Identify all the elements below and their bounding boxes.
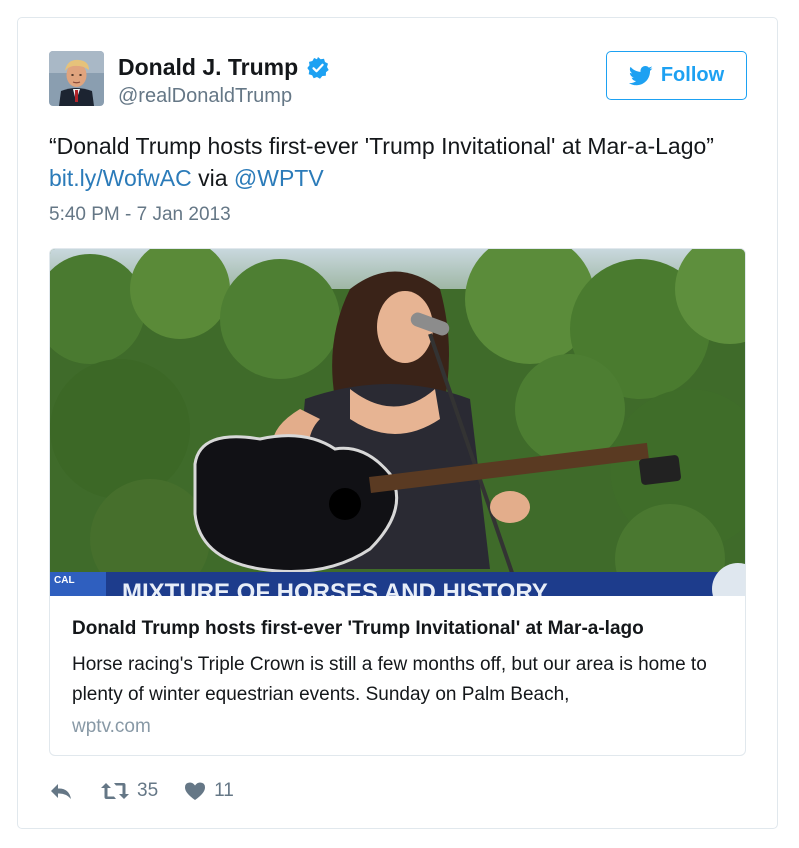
tweet-text-via: via [191, 165, 234, 191]
card-title[interactable]: Donald Trump hosts first-ever 'Trump Inv… [72, 616, 732, 642]
reply-button[interactable] [49, 781, 73, 801]
timestamp[interactable]: 5:40 PM - 7 Jan 2013 [49, 204, 231, 226]
verified-badge-icon [306, 56, 330, 80]
reply-icon [51, 784, 71, 799]
link-card[interactable]: CAL MIXTURE OF HORSES AND HISTORY Donald… [49, 248, 746, 756]
tweet-actions: 35 11 [49, 776, 234, 806]
lower-third-text: MIXTURE OF HORSES AND HISTORY [122, 579, 548, 596]
display-name[interactable]: Donald J. Trump [118, 54, 330, 81]
tweet-link[interactable]: bit.ly/WofwAC [49, 165, 192, 191]
retweet-count: 35 [137, 780, 159, 801]
twitter-bird-icon [628, 65, 653, 85]
card-domain[interactable]: wptv.com [72, 716, 732, 738]
avatar[interactable] [49, 51, 104, 106]
tweet-text-quote: “Donald Trump hosts first-ever 'Trump In… [49, 133, 714, 159]
screen-name[interactable]: @realDonaldTrump [118, 85, 292, 108]
tweet-card: Donald J. Trump @realDonaldTrump Follow … [17, 17, 778, 829]
card-image[interactable]: CAL MIXTURE OF HORSES AND HISTORY [50, 249, 745, 596]
like-count: 11 [214, 780, 234, 801]
follow-button[interactable]: Follow [606, 51, 747, 100]
tweet-text: “Donald Trump hosts first-ever 'Trump In… [49, 130, 729, 194]
display-name-text[interactable]: Donald J. Trump [118, 54, 298, 81]
corner-tag-text: CAL [54, 575, 75, 586]
heart-icon [185, 782, 206, 800]
retweet-icon [101, 783, 129, 799]
card-description: Horse racing's Triple Crown is still a f… [72, 654, 707, 705]
card-body: Donald Trump hosts first-ever 'Trump Inv… [72, 616, 732, 738]
follow-button-label: Follow [660, 64, 725, 86]
retweet-button[interactable]: 35 [101, 780, 158, 802]
like-button[interactable]: 11 [184, 780, 234, 802]
tweet-mention[interactable]: @WPTV [234, 165, 324, 191]
